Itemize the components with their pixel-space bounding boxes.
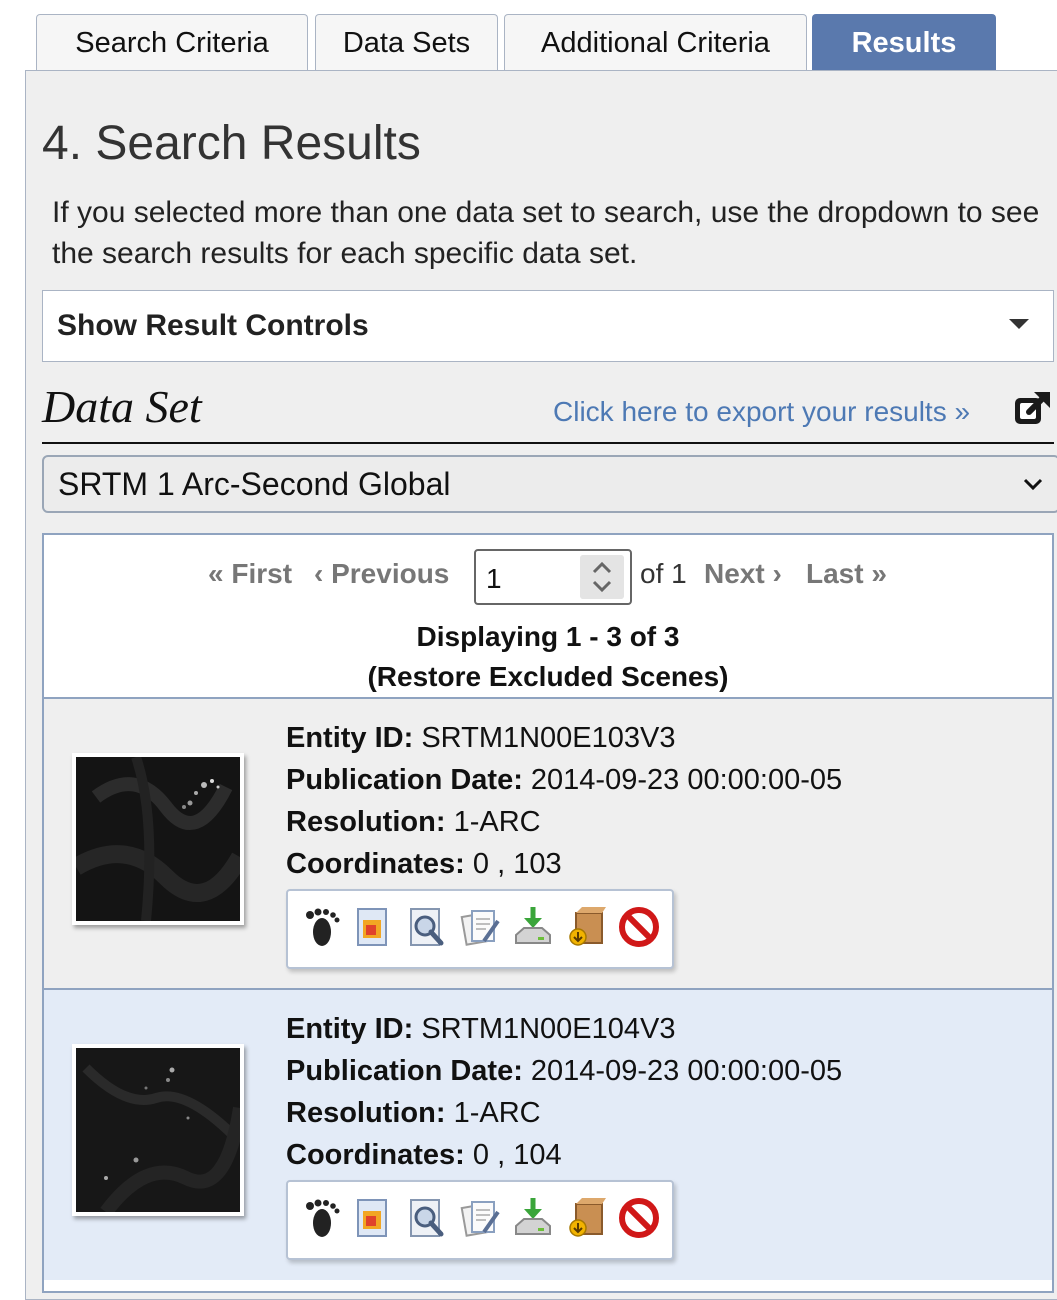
resolution-label: Resolution: <box>286 1097 446 1129</box>
metadata-icon[interactable] <box>406 1196 448 1240</box>
coordinates-label: Coordinates: <box>286 1139 465 1171</box>
publication-date-value: 2014-09-23 00:00:00-05 <box>530 1055 843 1087</box>
order-icon[interactable] <box>566 1196 608 1240</box>
dataset-select[interactable]: SRTM 1 Arc-Second Global <box>42 455 1057 513</box>
compare-icon[interactable] <box>460 905 502 949</box>
scene-thumbnail[interactable] <box>72 753 244 925</box>
displaying-count: Displaying 1 - 3 of 3 <box>416 621 680 652</box>
page-count-label: of 1 <box>640 558 687 589</box>
page-title: 4. Search Results <box>42 117 421 170</box>
intro-text: If you selected more than one data set t… <box>52 196 1040 270</box>
publication-date-label: Publication Date: <box>286 1055 523 1087</box>
show-result-controls-toggle[interactable]: Show Result Controls <box>42 290 1054 362</box>
scene-metadata: Entity ID: SRTM1N00E103V3 Publication Da… <box>286 717 842 885</box>
resolution-value: 1-ARC <box>453 806 541 838</box>
entity-id-value: SRTM1N00E104V3 <box>421 1013 676 1045</box>
resolution-value: 1-ARC <box>453 1097 541 1129</box>
tab-data-sets[interactable]: Data Sets <box>315 14 498 71</box>
coordinates-label: Coordinates: <box>286 848 465 880</box>
results-list: « First ‹ Previous 1 of 1 Next › Last » … <box>42 533 1054 1293</box>
next-page-link[interactable]: Next › <box>704 558 782 590</box>
download-icon[interactable] <box>512 1196 554 1240</box>
metadata-icon[interactable] <box>406 905 448 949</box>
external-link-icon[interactable] <box>1012 389 1052 429</box>
dataset-heading: Data Set <box>42 381 202 432</box>
download-icon[interactable] <box>512 905 554 949</box>
entity-id-label: Entity ID: <box>286 1013 414 1045</box>
last-page-link[interactable]: Last » <box>806 558 887 590</box>
entity-id-label: Entity ID: <box>286 722 414 754</box>
tab-search-criteria[interactable]: Search Criteria <box>36 14 308 71</box>
overlay-icon[interactable] <box>352 905 394 949</box>
first-page-link[interactable]: « First <box>208 558 292 590</box>
compare-icon[interactable] <box>460 1196 502 1240</box>
scene-thumbnail[interactable] <box>72 1044 244 1216</box>
chevron-down-icon <box>1023 478 1043 491</box>
scene-action-toolbar <box>286 1180 674 1260</box>
coordinates-value: 0 , 104 <box>472 1139 562 1171</box>
publication-date-label: Publication Date: <box>286 764 523 796</box>
entity-id-value: SRTM1N00E103V3 <box>421 722 676 754</box>
result-row: Entity ID: SRTM1N00E103V3 Publication Da… <box>44 697 1052 989</box>
overlay-icon[interactable] <box>352 1196 394 1240</box>
resolution-label: Resolution: <box>286 806 446 838</box>
page-number-input[interactable]: 1 <box>474 549 632 605</box>
page-spinner-icon[interactable] <box>580 555 624 599</box>
footprint-icon[interactable] <box>300 905 342 949</box>
tab-results[interactable]: Results <box>812 14 996 72</box>
result-row: Entity ID: SRTM1N00E104V3 Publication Da… <box>44 988 1052 1280</box>
footprint-icon[interactable] <box>300 1196 342 1240</box>
dataset-divider <box>42 442 1054 444</box>
exclude-icon[interactable] <box>618 1196 660 1240</box>
page-number-value: 1 <box>486 563 502 594</box>
dataset-select-value: SRTM 1 Arc-Second Global <box>58 465 451 502</box>
order-icon[interactable] <box>566 905 608 949</box>
export-results-link[interactable]: Click here to export your results » <box>553 396 970 428</box>
caret-down-icon <box>1009 319 1029 329</box>
exclude-icon[interactable] <box>618 905 660 949</box>
scene-action-toolbar <box>286 889 674 969</box>
result-controls-label: Show Result Controls <box>57 309 369 342</box>
restore-excluded-link[interactable]: (Restore Excluded Scenes) <box>44 661 1052 693</box>
coordinates-value: 0 , 103 <box>472 848 562 880</box>
publication-date-value: 2014-09-23 00:00:00-05 <box>530 764 843 796</box>
tab-additional-criteria[interactable]: Additional Criteria <box>504 14 807 71</box>
scene-metadata: Entity ID: SRTM1N00E104V3 Publication Da… <box>286 1008 842 1176</box>
previous-page-link[interactable]: ‹ Previous <box>314 558 449 590</box>
